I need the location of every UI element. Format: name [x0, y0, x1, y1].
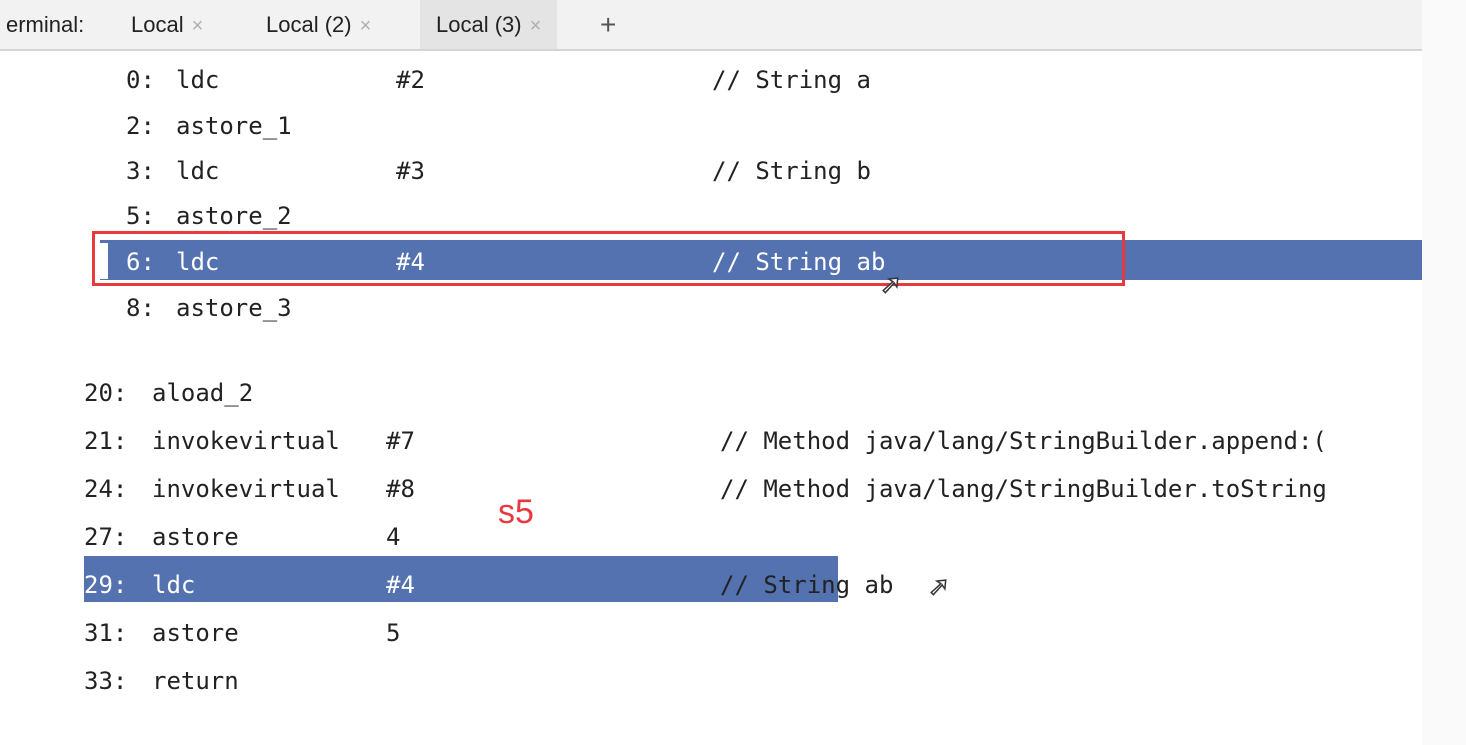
instruction-arg: 4	[386, 523, 401, 551]
bytecode-line: 29: ldc #4 // String ab	[0, 563, 1422, 607]
instruction-arg: #2	[396, 66, 425, 94]
instruction-op: invokevirtual	[152, 427, 340, 455]
instruction-op: ldc	[152, 571, 196, 599]
bytecode-line: 8: astore_3	[0, 286, 1422, 330]
bytecode-line: 20: aload_2	[0, 371, 1422, 415]
tab-local[interactable]: Local ×	[131, 0, 203, 49]
bytecode-line: 33: return	[0, 659, 1422, 703]
instruction-op: astore_3	[176, 294, 292, 322]
bytecode-line: 24: invokevirtual #8 // Method java/lang/St…	[0, 467, 1422, 511]
instruction-comment: // Method java/lang/StringBuilder.append…	[720, 427, 1327, 455]
instruction-idx: 20:	[84, 379, 128, 407]
bytecode-line: 27: astore 4	[0, 515, 1422, 559]
instruction-idx: 29:	[84, 571, 128, 599]
instruction-comment: // String ab	[720, 571, 894, 599]
tab-label: Local	[131, 12, 184, 37]
instruction-idx: 2:	[126, 112, 155, 140]
annotation-label: s5	[498, 493, 534, 531]
tab-local-2[interactable]: Local (2) ×	[266, 0, 371, 49]
instruction-op: ldc	[176, 66, 220, 94]
mouse-cursor-icon: ➚	[879, 269, 902, 301]
instruction-comment: // String b	[712, 157, 871, 185]
close-icon[interactable]: ×	[530, 15, 542, 37]
instruction-arg: 5	[386, 619, 401, 647]
instruction-idx: 31:	[84, 619, 128, 647]
instruction-op: return	[152, 667, 239, 695]
tab-label: Local (3)	[436, 12, 522, 37]
instruction-comment: // Method java/lang/StringBuilder.toStri…	[720, 475, 1327, 503]
instruction-op: astore	[152, 619, 239, 647]
mouse-cursor-icon: ➚	[927, 571, 950, 603]
instruction-op: aload_2	[152, 379, 254, 407]
bytecode-line: 31: astore 5	[0, 611, 1422, 655]
instruction-arg: #7	[386, 427, 415, 455]
instruction-idx: 33:	[84, 667, 128, 695]
terminal-label: erminal:	[6, 12, 85, 37]
instruction-op: astore	[152, 523, 239, 551]
instruction-idx: 8:	[126, 294, 155, 322]
instruction-idx: 21:	[84, 427, 128, 455]
instruction-op: invokevirtual	[152, 475, 340, 503]
instruction-idx: 24:	[84, 475, 128, 503]
close-icon[interactable]: ×	[360, 15, 372, 37]
tab-label: Local (2)	[266, 12, 352, 37]
instruction-op: ldc	[176, 157, 220, 185]
instruction-comment: // String a	[712, 66, 871, 94]
bytecode-line: 0: ldc #2 // String a	[0, 58, 1422, 102]
right-pane	[1422, 0, 1466, 745]
instruction-arg: #4	[386, 571, 415, 599]
annotation-box	[92, 231, 1125, 286]
close-icon[interactable]: ×	[192, 15, 204, 37]
bytecode-line: 21: invokevirtual #7 // Method java/lang/St…	[0, 419, 1422, 463]
instruction-op: astore_1	[176, 112, 292, 140]
instruction-arg: #3	[396, 157, 425, 185]
instruction-idx: 27:	[84, 523, 128, 551]
terminal-tab-bar: erminal: Local × Local (2) × Local (3) × +	[0, 0, 1422, 51]
bytecode-line: 3: ldc #3 // String b	[0, 149, 1422, 193]
instruction-idx: 0:	[126, 66, 155, 94]
add-tab-button[interactable]: +	[600, 0, 616, 49]
tab-local-3[interactable]: Local (3) ×	[420, 0, 558, 49]
bytecode-line: 2: astore_1	[0, 104, 1422, 148]
instruction-arg: #8	[386, 475, 415, 503]
instruction-idx: 3:	[126, 157, 155, 185]
